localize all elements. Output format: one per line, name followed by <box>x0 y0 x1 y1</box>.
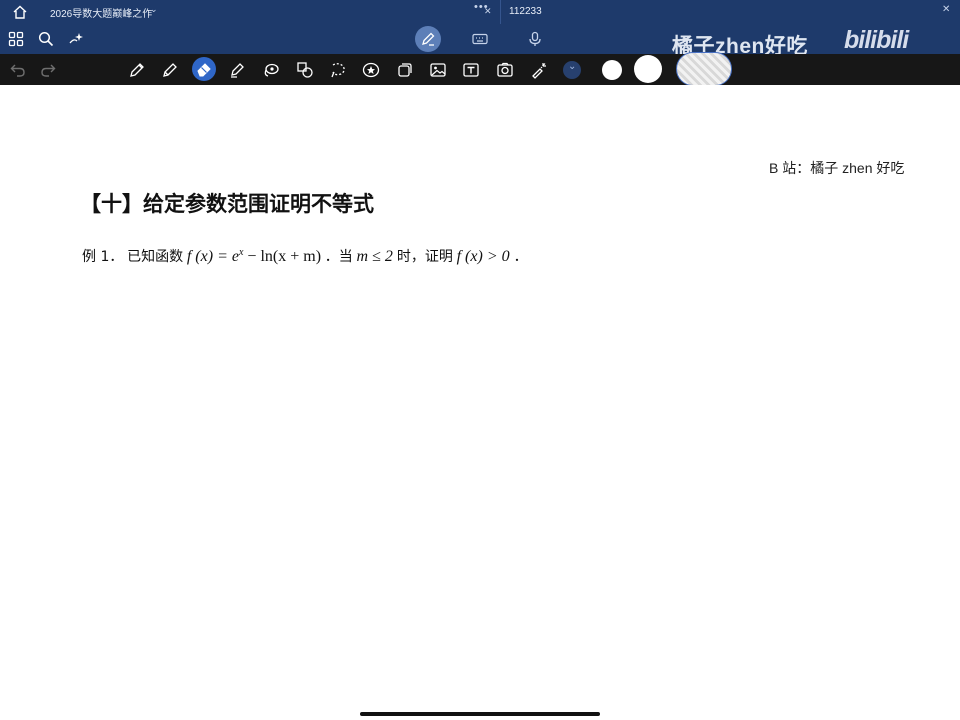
tab-bar: 2026导数大题巅峰之作 ⌄ ••• ✕ 112233 ✕ <box>0 0 960 24</box>
select-icon[interactable] <box>329 61 347 79</box>
document-page[interactable]: B 站：橘子 zhen 好吃 【十】给定参数范围证明不等式 例 1． 已知函数 … <box>0 85 960 720</box>
lasso-icon[interactable] <box>262 61 280 79</box>
eraser-button[interactable] <box>192 57 216 81</box>
math-inequality: f (x) > 0 <box>456 248 514 265</box>
undo-icon[interactable] <box>9 61 27 79</box>
camera-icon[interactable] <box>496 61 514 79</box>
problem-statement: 例 1． 已知函数 f (x) = ex − ln(x + m) ．当 m ≤ … <box>82 246 528 266</box>
math-condition: m ≤ 2 <box>356 248 397 265</box>
text-icon[interactable] <box>462 61 480 79</box>
home-indicator[interactable] <box>360 712 600 716</box>
chevron-down-icon[interactable]: ⌄ <box>150 4 158 15</box>
color-swatch-white-large[interactable] <box>634 55 662 83</box>
expand-tools-button[interactable]: ⌄ <box>563 61 581 79</box>
section-heading: 【十】给定参数范围证明不等式 <box>80 192 374 216</box>
tab-document-2[interactable]: 112233 <box>509 6 542 17</box>
navigation-toolbar: 橘子zhen好吃 bilibili <box>0 24 960 58</box>
home-icon[interactable] <box>12 4 28 20</box>
close-icon[interactable]: ✕ <box>484 6 492 17</box>
search-icon[interactable] <box>38 31 54 47</box>
star-icon[interactable] <box>362 61 380 79</box>
math-function-definition: f (x) = e <box>186 248 239 265</box>
microphone-icon[interactable] <box>527 31 543 47</box>
sticker-icon[interactable] <box>396 61 414 79</box>
bilibili-logo: bilibili <box>844 26 909 54</box>
pen-icon[interactable] <box>128 61 146 79</box>
color-swatch-selected[interactable] <box>676 52 732 86</box>
eraser-icon <box>197 63 211 77</box>
color-swatch-white-small[interactable] <box>602 60 622 80</box>
highlighter-icon[interactable] <box>228 61 246 79</box>
pencil-icon[interactable] <box>161 61 179 79</box>
expand-icon: ⌄ <box>568 61 577 72</box>
shapes-icon[interactable] <box>296 61 314 79</box>
grid-icon[interactable] <box>8 31 24 47</box>
author-credit: B 站：橘子 zhen 好吃 <box>769 160 905 176</box>
tab-document[interactable]: 2026导数大题巅峰之作 <box>50 5 152 20</box>
laser-pointer-icon[interactable] <box>530 61 548 79</box>
math-log-term: − ln(x + m) <box>243 248 322 265</box>
problem-text-3: 时，证明 <box>396 249 453 265</box>
pen-toolbar: ⌄ <box>0 54 960 85</box>
problem-text-1: 已知函数 <box>127 249 184 265</box>
pen-mode-icon <box>422 32 435 46</box>
keyboard-icon[interactable] <box>472 31 488 47</box>
problem-number: 例 1． <box>82 249 124 265</box>
redo-icon[interactable] <box>39 61 57 79</box>
close-tab-2-icon[interactable]: ✕ <box>942 4 950 15</box>
image-icon[interactable] <box>429 61 447 79</box>
problem-text-2: ．当 <box>324 249 353 265</box>
problem-text-4: ． <box>513 249 528 265</box>
sparkle-icon[interactable] <box>68 31 84 47</box>
pen-mode-button[interactable] <box>415 26 441 52</box>
tab-divider <box>500 0 501 24</box>
